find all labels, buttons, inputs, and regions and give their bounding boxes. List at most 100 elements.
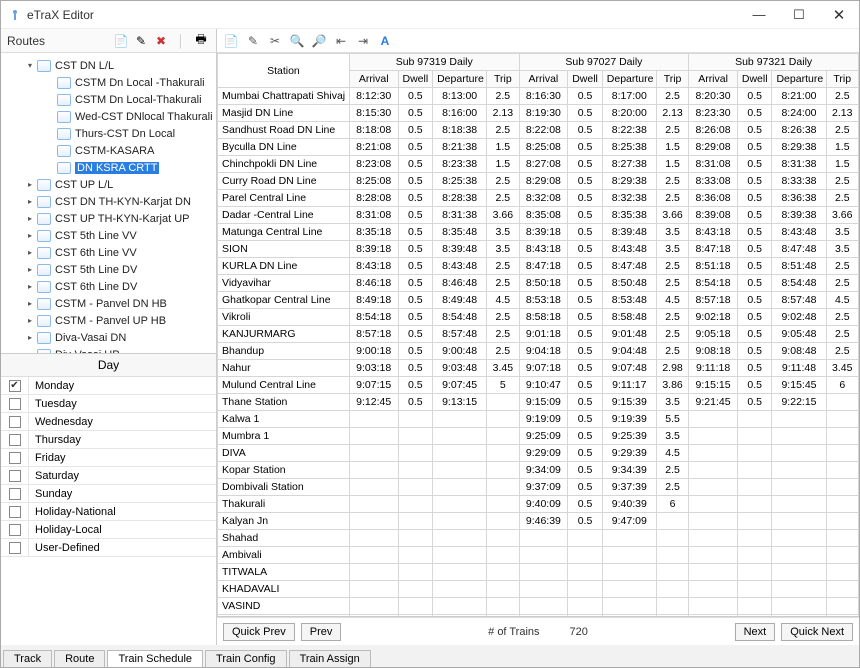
day-checkbox[interactable]: [9, 452, 21, 464]
tree-node[interactable]: ▸CSTM Dn Local -Thakurali: [3, 74, 214, 91]
maximize-button[interactable]: ☐: [779, 1, 819, 29]
tb-cut-icon[interactable]: ✂: [265, 31, 285, 51]
data-cell[interactable]: 9:00:18: [349, 343, 398, 360]
data-cell[interactable]: [826, 394, 858, 411]
table-row[interactable]: SION8:39:180.58:39:483.58:43:180.58:43:4…: [218, 241, 859, 258]
data-cell[interactable]: 8:39:48: [602, 224, 656, 241]
day-checkbox[interactable]: [9, 434, 21, 446]
data-cell[interactable]: 8:43:18: [519, 241, 568, 258]
data-cell[interactable]: 8:49:48: [433, 292, 487, 309]
data-cell[interactable]: 9:07:48: [602, 360, 656, 377]
data-cell[interactable]: [772, 564, 826, 581]
data-cell[interactable]: 2.5: [487, 173, 519, 190]
data-cell[interactable]: 2.5: [826, 326, 858, 343]
data-cell[interactable]: [398, 581, 433, 598]
day-checkbox[interactable]: [9, 542, 21, 554]
data-cell[interactable]: [398, 479, 433, 496]
data-cell[interactable]: [433, 564, 487, 581]
data-cell[interactable]: 0.5: [568, 241, 603, 258]
table-row[interactable]: KANJURMARG8:57:180.58:57:482.59:01:180.5…: [218, 326, 859, 343]
data-cell[interactable]: 2.5: [487, 326, 519, 343]
data-cell[interactable]: 0.5: [568, 258, 603, 275]
data-cell[interactable]: [737, 547, 772, 564]
data-cell[interactable]: [689, 581, 738, 598]
data-cell[interactable]: 0.5: [568, 411, 603, 428]
data-cell[interactable]: [487, 411, 519, 428]
tree-node[interactable]: ▸CSTM Dn Local-Thakurali: [3, 91, 214, 108]
data-cell[interactable]: 9:46:39: [519, 513, 568, 530]
data-cell[interactable]: 0.5: [568, 479, 603, 496]
data-cell[interactable]: [689, 445, 738, 462]
data-cell[interactable]: 1.5: [826, 139, 858, 156]
data-cell[interactable]: 8:27:38: [602, 156, 656, 173]
data-cell[interactable]: [737, 564, 772, 581]
data-cell[interactable]: [737, 479, 772, 496]
data-cell[interactable]: 8:18:08: [349, 122, 398, 139]
data-cell[interactable]: 3.5: [487, 241, 519, 258]
data-cell[interactable]: [398, 462, 433, 479]
data-cell[interactable]: 0.5: [398, 292, 433, 309]
data-cell[interactable]: 8:16:30: [519, 88, 568, 105]
data-cell[interactable]: 1.5: [656, 139, 688, 156]
data-cell[interactable]: 2.5: [826, 309, 858, 326]
data-cell[interactable]: [826, 581, 858, 598]
data-cell[interactable]: 0.5: [398, 326, 433, 343]
day-checkbox[interactable]: [9, 506, 21, 518]
day-row[interactable]: Wednesday: [1, 413, 216, 431]
data-cell[interactable]: [487, 564, 519, 581]
quick-next-button[interactable]: Quick Next: [781, 623, 853, 641]
data-cell[interactable]: 8:18:38: [433, 122, 487, 139]
data-cell[interactable]: [772, 581, 826, 598]
data-cell[interactable]: 8:54:48: [433, 309, 487, 326]
data-cell[interactable]: [826, 428, 858, 445]
data-cell[interactable]: 8:36:08: [689, 190, 738, 207]
data-cell[interactable]: [398, 411, 433, 428]
data-cell[interactable]: 2.5: [826, 88, 858, 105]
day-row[interactable]: Holiday-National: [1, 503, 216, 521]
data-cell[interactable]: 0.5: [568, 309, 603, 326]
data-cell[interactable]: [568, 564, 603, 581]
data-cell[interactable]: [772, 530, 826, 547]
data-cell[interactable]: 0.5: [398, 275, 433, 292]
data-cell[interactable]: 8:46:18: [349, 275, 398, 292]
data-cell[interactable]: [826, 462, 858, 479]
data-cell[interactable]: 9:05:48: [772, 326, 826, 343]
data-cell[interactable]: 0.5: [568, 292, 603, 309]
data-cell[interactable]: 9:07:15: [349, 377, 398, 394]
data-cell[interactable]: [826, 598, 858, 615]
table-row[interactable]: Mumbra 19:25:090.59:25:393.5: [218, 428, 859, 445]
tree-node[interactable]: ▸CSTM - Panvel DN HB: [3, 295, 214, 312]
data-cell[interactable]: 8:39:18: [519, 224, 568, 241]
data-cell[interactable]: 9:19:39: [602, 411, 656, 428]
data-cell[interactable]: 3.5: [826, 224, 858, 241]
data-cell[interactable]: 9:07:18: [519, 360, 568, 377]
data-cell[interactable]: [433, 513, 487, 530]
train-header[interactable]: Sub 97321 Daily: [689, 54, 859, 71]
data-cell[interactable]: 2.5: [487, 343, 519, 360]
data-cell[interactable]: 8:58:18: [519, 309, 568, 326]
day-row[interactable]: ✔Monday: [1, 377, 216, 395]
table-row[interactable]: Nahur9:03:180.59:03:483.459:07:180.59:07…: [218, 360, 859, 377]
data-cell[interactable]: 8:51:48: [772, 258, 826, 275]
data-cell[interactable]: 0.5: [568, 343, 603, 360]
data-cell[interactable]: [656, 581, 688, 598]
data-cell[interactable]: [349, 445, 398, 462]
data-cell[interactable]: 0.5: [398, 309, 433, 326]
data-cell[interactable]: [772, 547, 826, 564]
table-row[interactable]: Kalyan Jn9:46:390.59:47:09: [218, 513, 859, 530]
close-button[interactable]: ✕: [819, 1, 859, 29]
table-row[interactable]: Thakurali9:40:090.59:40:396: [218, 496, 859, 513]
data-cell[interactable]: 9:29:09: [519, 445, 568, 462]
data-cell[interactable]: [737, 496, 772, 513]
data-cell[interactable]: 8:22:08: [519, 122, 568, 139]
data-cell[interactable]: [737, 598, 772, 615]
data-cell[interactable]: 9:15:39: [602, 394, 656, 411]
tree-twisty-icon[interactable]: ▸: [25, 197, 35, 207]
data-cell[interactable]: 8:43:48: [602, 241, 656, 258]
data-cell[interactable]: [826, 496, 858, 513]
table-row[interactable]: Sandhust Road DN Line8:18:080.58:18:382.…: [218, 122, 859, 139]
data-cell[interactable]: 2.5: [656, 326, 688, 343]
day-checkbox[interactable]: [9, 416, 21, 428]
data-cell[interactable]: [487, 479, 519, 496]
data-cell[interactable]: 2.5: [656, 88, 688, 105]
